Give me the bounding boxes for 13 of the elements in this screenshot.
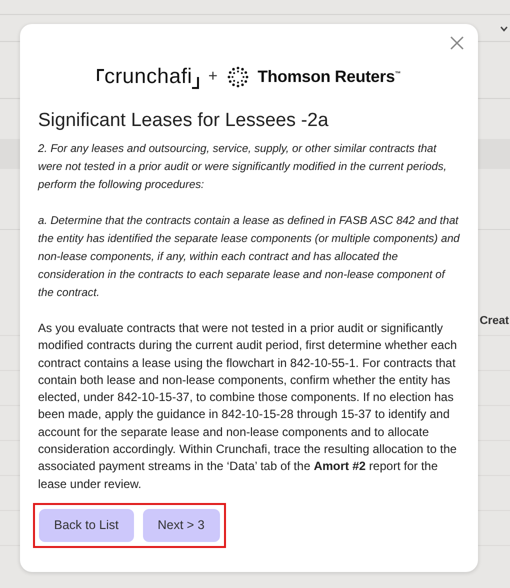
close-icon[interactable]	[450, 36, 464, 50]
paragraph: As you evaluate contracts that were not tested in a prior audit or significantly modified contracts during the current audit period, first determine whether each contract contains a lease using the flowchart in 842-10-55-1. For contracts that contain both lease and non-lease components, confirm whether the entity has elected, under 842-10-15-37, to combine those components. If no election has been made, apply the guidance in 842-10-15-28 through 15-37 to identify and account for the separate lease and non-lease components and to allocate consideration accordingly. Within Crunchafi, trace the resulting allocation to the associated payment streams in the ‘Data’ tab of the Amort #2 report for the lease under review.	[38, 320, 458, 493]
dotted-circle-icon	[226, 66, 249, 88]
plus-sign: +	[208, 68, 218, 86]
column-header: Creat	[480, 315, 509, 327]
next-button[interactable]: Next > 3	[142, 508, 220, 542]
chevron-icon[interactable]	[500, 26, 508, 32]
crunchafi-logo: crunchafi	[97, 65, 200, 89]
thomson-reuters-logo: Thomson Reuters$^{™}$	[258, 68, 401, 86]
paragraph: 2. For any leases and outsourcing, service, supply, or other similar contracts that were not tested in a prior audit or were significantly modified in the current periods, perform the following procedures:	[38, 142, 448, 193]
dialog-title: Significant Leases for Lessees -2a	[38, 110, 330, 132]
back-button[interactable]: Back to List	[39, 508, 134, 542]
paragraph: a. Determine that the contracts contain a lease as defined in FASB ASC 842 and that the entity has identified the separate lease components (or multiple components) and non-lease components, if any, within each contract and has allocated the consideration in the contracts to each separate lease and non-lease component of the contract.	[38, 214, 460, 301]
